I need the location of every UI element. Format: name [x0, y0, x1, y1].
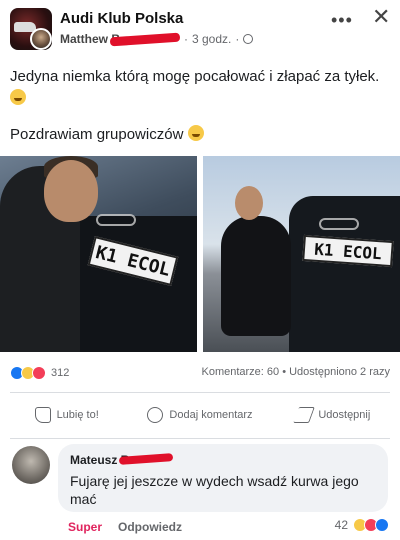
author-avatar[interactable] [30, 28, 52, 50]
group-name[interactable]: Audi Klub Polska [60, 10, 183, 27]
close-icon[interactable]: ✕ [372, 4, 390, 30]
reaction-summary[interactable]: 312 [10, 366, 69, 380]
comment-reaction-button[interactable]: Super [68, 520, 102, 534]
comment-reaction-summary[interactable]: 42 [334, 518, 389, 532]
person-head [235, 186, 263, 220]
post-actions: Lubię to! Dodaj komentarz Udostępnij [0, 396, 400, 434]
share-button[interactable]: Udostępnij [267, 396, 400, 434]
globe-icon [243, 34, 254, 44]
like-label: Lubię to! [56, 409, 99, 421]
love-reaction-icon [32, 366, 46, 380]
more-dots-icon[interactable]: ••• [331, 10, 353, 31]
post-photo-2[interactable]: K1 ECOL [203, 156, 400, 352]
share-label: Udostępnij [318, 409, 371, 421]
audi-rings-icon [319, 218, 359, 230]
comment-reaction-count: 42 [334, 518, 348, 532]
comment-text: Fujarę jej jeszcze w wydech wsadź kurwa … [70, 473, 359, 507]
divider [10, 438, 390, 439]
comments-shares-count[interactable]: Komentarze: 60 • Udostępniono 2 razy [201, 366, 390, 378]
divider [10, 392, 390, 393]
post-text: Jedyna niemka którą mogę pocałować i zła… [10, 66, 390, 110]
laughing-emoji-icon [10, 89, 26, 105]
post-meta: Matthew B · 3 godz. · [60, 32, 254, 46]
redaction-mark [109, 32, 181, 46]
person-figure [221, 216, 291, 336]
comment: Mateusz R Fujarę jej jeszcze w wydech ws… [10, 444, 390, 540]
post-body: Jedyna niemka którą mogę pocałować i zła… [10, 68, 380, 85]
post-stats: 312 Komentarze: 60 • Udostępniono 2 razy [10, 366, 390, 384]
reaction-count: 312 [51, 367, 70, 379]
comment-button[interactable]: Dodaj komentarz [133, 396, 266, 434]
post-photo-1[interactable]: K1 ECOL [0, 156, 197, 352]
meta-separator: · [184, 32, 188, 46]
car-rear [70, 216, 197, 352]
like-reaction-icon [375, 518, 389, 532]
comment-bubble: Mateusz R Fujarę jej jeszcze w wydech ws… [58, 444, 388, 512]
post-time[interactable]: 3 godz. [192, 32, 231, 46]
comment-icon [147, 407, 164, 423]
comment-label: Dodaj komentarz [169, 409, 253, 421]
like-button[interactable]: Lubię to! [0, 396, 133, 434]
share-arrow-icon [293, 407, 316, 423]
commenter-avatar[interactable] [12, 446, 50, 484]
person-head [44, 160, 98, 222]
post-header: Audi Klub Polska Matthew B · 3 godz. · •… [0, 0, 400, 56]
thumbs-up-icon [34, 407, 51, 423]
post-greeting: Pozdrawiam grupowiczów [10, 126, 184, 143]
comment-actions: Super Odpowiedz [68, 520, 182, 534]
post-greeting-line: Pozdrawiam grupowiczów [10, 125, 204, 143]
audi-rings-icon [96, 214, 136, 226]
meta-separator-2: · [235, 32, 240, 46]
grinning-emoji-icon [187, 125, 204, 141]
reply-button[interactable]: Odpowiedz [118, 520, 182, 534]
